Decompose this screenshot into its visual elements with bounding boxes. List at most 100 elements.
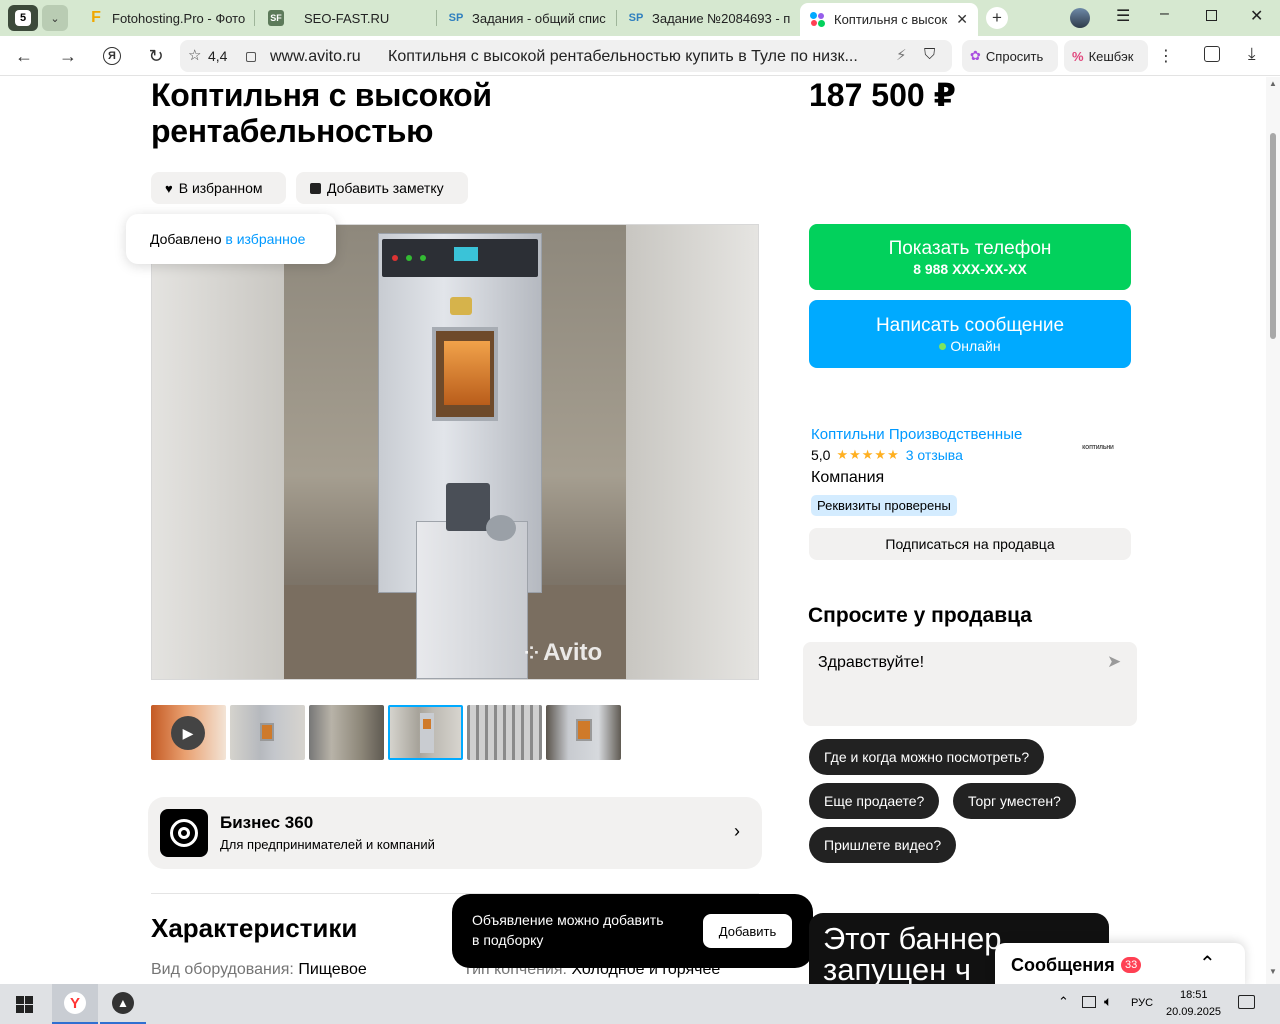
tooltip-text: Добавлено [150,231,226,247]
back-icon[interactable]: ← [12,44,36,68]
add-note-button[interactable]: Добавить заметку [296,172,468,204]
online-label: Онлайн [950,337,1001,354]
phone-number: 8 988 XXX-XX-XX [913,260,1027,277]
listing-price: 187 500 ₽ [809,77,956,113]
avito-logo-icon: ⁘ [524,642,540,663]
business-360-icon [160,809,208,857]
tabs-dropdown-icon[interactable]: ⌄ [42,5,68,31]
yandex-browser-taskbar-icon[interactable]: Y [52,984,98,1024]
tab-counter-button[interactable]: 5 [8,5,38,31]
cashback-button[interactable]: % Кешбэк [1064,40,1148,72]
messages-label: Сообщения [1011,955,1115,975]
question-bargain-button[interactable]: Торг уместен? [953,783,1076,819]
rating-stars-icon: ★★★★★ [836,447,900,462]
seller-logo[interactable]: КОПТИЛЬНИ [1076,426,1120,470]
verified-badge: Реквизиты проверены [811,495,957,516]
minimize-icon[interactable]: – [1160,5,1169,23]
smokehouse-photo [284,225,626,679]
message-input[interactable]: Здравствуйте! ➤ [803,642,1137,726]
tab-seo-fast[interactable]: SF SEO-FAST.RU [258,0,433,36]
chevron-right-icon: › [734,821,740,841]
no-tracking-icon[interactable]: ⚡ [896,46,907,64]
seller-type: Компания [811,469,885,486]
tooltip-favorites-link[interactable]: в избранное [225,231,305,247]
collections-icon[interactable] [1204,46,1220,62]
tab-counter: 5 [15,10,31,26]
avito-watermark: ⁘ Avito [524,639,603,666]
message-text: Здравствуйте! [818,654,925,671]
download-icon[interactable]: ⤓ [1248,44,1256,64]
tab-avito[interactable]: Коптильня с высоко ✕ [800,3,978,36]
language-indicator[interactable]: РУС [1131,997,1153,1009]
toast-add-button[interactable]: Добавить [703,914,792,948]
business-360-banner[interactable]: Бизнес 360 Для предпринимателей и компан… [148,797,762,869]
question-still-selling-button[interactable]: Еще продаете? [809,783,940,819]
url-domain: www.avito.ru [270,48,361,65]
app-taskbar-icon[interactable]: ▲ [100,984,146,1024]
tab-fotohosting[interactable]: F Fotohosting.Pro - Фото [78,0,248,36]
lock-icon[interactable] [246,52,256,62]
close-tab-icon[interactable]: ✕ [956,11,968,28]
favorite-label: В избранном [178,180,263,196]
spec-item: Вид оборудования: Пищевое [151,961,367,979]
scroll-thumb[interactable] [1270,133,1276,339]
business-360-subtitle: Для предпринимателей и компаний [220,837,435,852]
listing-title: Коптильня с высокой рентабельностью [151,77,492,149]
toast-text: Объявление можно добавить в подборку [472,912,664,948]
subscribe-seller-button[interactable]: Подписаться на продавца [809,528,1131,560]
restore-icon[interactable] [1206,10,1217,21]
star-icon[interactable]: ☆ [188,46,201,64]
write-message-button[interactable]: Написать сообщение Онлайн [809,300,1131,368]
seller-rating: 5,0 [811,447,831,463]
question-video-button[interactable]: Пришлете видео? [809,827,957,863]
url-field[interactable]: ☆ 4,4 www.avito.ru Коптильня с высокой р… [180,40,952,72]
profile-avatar[interactable] [1070,8,1090,28]
spec-value: Пищевое [298,961,367,978]
thumbnail-photo-selected[interactable] [388,705,463,760]
thumbnail-video[interactable]: ▶ [151,705,226,760]
spec-key: Вид оборудования: [151,961,294,978]
send-icon[interactable]: ➤ [1107,652,1121,672]
note-label: Добавить заметку [327,180,444,196]
sp-icon: SP [628,12,644,24]
online-dot-icon [939,343,947,351]
tray-chevron-icon[interactable]: ⌃ [1058,994,1069,1010]
main-photo[interactable]: ⁘ Avito [151,224,759,680]
clock-time[interactable]: 18:51 [1180,989,1208,1001]
forward-icon[interactable]: → [56,44,80,68]
tab-tasks-list[interactable]: SP Задания - общий спис [438,0,610,36]
bookmark-icon[interactable]: ⛉ [924,46,935,63]
messages-widget[interactable]: Сообщения 33 ⌃ [995,943,1245,984]
question-where-when-button[interactable]: Где и когда можно посмотреть? [809,739,1045,775]
seller-name-link[interactable]: Коптильни Производственные [811,426,1022,443]
add-to-collection-toast: Объявление можно добавить в подборку Доб… [452,894,813,968]
thumbnail-photo[interactable] [309,705,384,760]
seller-reviews-link[interactable]: 3 отзыва [906,447,963,463]
windows-start-icon[interactable] [16,996,33,1013]
close-window-icon[interactable]: ✕ [1250,6,1263,26]
tab-task-2084693[interactable]: SP Задание №2084693 - п [618,0,790,36]
yandex-icon[interactable]: Я [100,44,124,68]
tab-label: Fotohosting.Pro - Фото [112,10,246,26]
menu-icon[interactable]: ☰ [1116,6,1130,26]
thumbnail-photo[interactable] [230,705,305,760]
page-scrollbar[interactable]: ▲ ▼ [1266,77,1280,984]
volume-icon[interactable]: 🔈︎ [1104,993,1112,1010]
windows-taskbar: Y ▲ ⌃ 🔈︎ РУС 18:51 20.09.2025 [0,984,1280,1024]
chevron-up-icon[interactable]: ⌃ [1199,951,1216,976]
new-tab-button[interactable]: + [986,7,1008,29]
address-bar: ← → Я ↻ ☆ 4,4 www.avito.ru Коптильня с в… [0,36,1280,76]
seller-rating-row: 5,0 ★★★★★ 3 отзыва [811,447,963,463]
ask-alice-button[interactable]: ✿ Спросить [962,40,1058,72]
messages-count-badge: 33 [1121,957,1142,973]
thumbnail-photo[interactable] [467,705,542,760]
network-icon[interactable] [1082,996,1096,1008]
clock-date[interactable]: 20.09.2025 [1166,1006,1221,1018]
show-phone-button[interactable]: Показать телефон 8 988 XXX-XX-XX [809,224,1131,290]
more-icon[interactable]: ⋮ [1158,46,1174,66]
thumbnail-photo[interactable] [546,705,621,760]
site-rating: 4,4 [208,48,228,64]
favorite-button[interactable]: ♥ В избранном [151,172,286,204]
notifications-icon[interactable] [1238,995,1255,1009]
reload-icon[interactable]: ↻ [144,44,168,68]
